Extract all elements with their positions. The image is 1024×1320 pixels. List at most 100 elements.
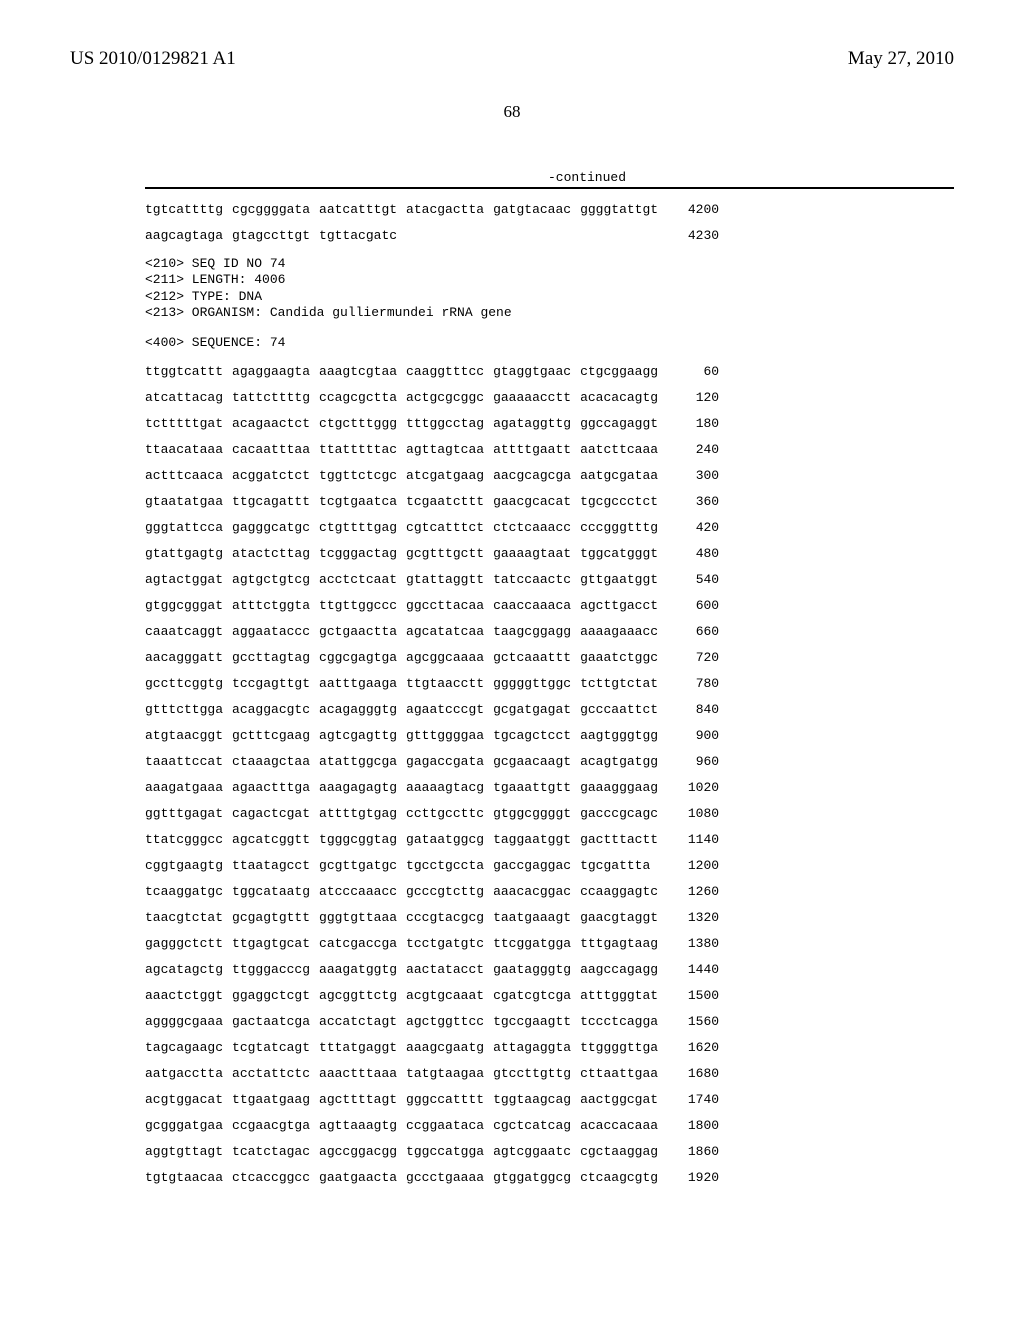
sequence-block: agcatagctg: [145, 963, 232, 976]
sequence-block: tggcatgggt: [580, 547, 667, 560]
sequence-block: ggggtattgt: [580, 203, 667, 216]
sequence-block: gtccttgttg: [493, 1067, 580, 1080]
sequence-block: agaggaagta: [232, 365, 319, 378]
sequence-position: 600: [667, 599, 719, 612]
sequence-block: catcgaccga: [319, 937, 406, 950]
page-number: 68: [70, 102, 954, 122]
sequence-position: 1620: [667, 1041, 719, 1054]
sequence-block: agcggttctg: [319, 989, 406, 1002]
sequence-block: tgcgccctct: [580, 495, 667, 508]
sequence-block: gaacgtaggt: [580, 911, 667, 924]
sequence-block: gctttcgaag: [232, 729, 319, 742]
sequence-row: aaactctggtggaggctcgtagcggttctgacgtgcaaat…: [145, 989, 719, 1002]
sequence-block: atcattacag: [145, 391, 232, 404]
sequence-block: gtaatatgaa: [145, 495, 232, 508]
sequence-block: tattcttttg: [232, 391, 319, 404]
sequence-block: tccgagttgt: [232, 677, 319, 690]
sequence-block: cccgggtttg: [580, 521, 667, 534]
sequence-position: 780: [667, 677, 719, 690]
sequence-position: 1920: [667, 1171, 719, 1184]
sequence-block: agtgctgtcg: [232, 573, 319, 586]
sequence-row: actttcaacaacggatctcttggttctcgcatcgatgaag…: [145, 469, 719, 482]
sequence-block: atttgggtat: [580, 989, 667, 1002]
sequence-block: caaggtttcc: [406, 365, 493, 378]
sequence-block: atgtaacggt: [145, 729, 232, 742]
sequence-block: gtattaggtt: [406, 573, 493, 586]
sequence-block: gagggctctt: [145, 937, 232, 950]
sequence-row: gggtattccagagggcatgcctgttttgagcgtcatttct…: [145, 521, 719, 534]
sequence-block: aatcatttgt: [319, 203, 406, 216]
sequence-label: <400> SEQUENCE: 74: [145, 335, 954, 351]
sequence-block: gactttactt: [580, 833, 667, 846]
continued-label: -continued: [220, 170, 954, 185]
sequence-position: 1140: [667, 833, 719, 846]
sequence-block: tcttgtctat: [580, 677, 667, 690]
sequence-block: acagaactct: [232, 417, 319, 430]
sequence-block: tcatctagac: [232, 1145, 319, 1158]
sequence-block: atttctggta: [232, 599, 319, 612]
sequence-position: 1380: [667, 937, 719, 950]
sequence-block: aactggcgat: [580, 1093, 667, 1106]
sequence-block: ggaggctcgt: [232, 989, 319, 1002]
sequence-block: aaactttaaa: [319, 1067, 406, 1080]
sequence-block: agttagtcaa: [406, 443, 493, 456]
sequence-row: atgtaacggtgctttcgaagagtcgagttggtttggggaa…: [145, 729, 719, 742]
sequence-block: tagcagaagc: [145, 1041, 232, 1054]
sequence-row: aggggcgaaagactaatcgaaccatctagtagctggttcc…: [145, 1015, 719, 1028]
sequence-position: 1440: [667, 963, 719, 976]
sequence-block: tttatgaggt: [319, 1041, 406, 1054]
sequence-table: ttggtcatttagaggaagtaaaagtcgtaacaaggtttcc…: [145, 365, 719, 1184]
sequence-block: aagccagagg: [580, 963, 667, 976]
sequence-block: gaaagggaag: [580, 781, 667, 794]
sequence-position: 480: [667, 547, 719, 560]
sequence-block: tatgtaagaa: [406, 1067, 493, 1080]
sequence-block: aagtgggtgg: [580, 729, 667, 742]
sequence-block: gcgtttgctt: [406, 547, 493, 560]
sequence-position: 240: [667, 443, 719, 456]
sequence-block: gtaggtgaac: [493, 365, 580, 378]
sequence-block: attagaggta: [493, 1041, 580, 1054]
sequence-row: taacgtctatgcgagtgtttgggtgttaaacccgtacgcg…: [145, 911, 719, 924]
sequence-row: taaattccatctaaagctaaatattggcgagagaccgata…: [145, 755, 719, 768]
sequence-block: agccggacgg: [319, 1145, 406, 1158]
sequence-block: ttgggacccg: [232, 963, 319, 976]
sequence-row: gtttcttggaacaggacgtcacagagggtgagaatcccgt…: [145, 703, 719, 716]
sequence-block: gtttggggaa: [406, 729, 493, 742]
sequence-block: caaatcaggt: [145, 625, 232, 638]
sequence-block: tgtgtaacaa: [145, 1171, 232, 1184]
sequence-block: aaaaagtacg: [406, 781, 493, 794]
sequence-block: tggccatgga: [406, 1145, 493, 1158]
sequence-block: aaagatgaaa: [145, 781, 232, 794]
sequence-row: tctttttgatacagaactctctgctttgggtttggcctag…: [145, 417, 719, 430]
sequence-block: gctgaactta: [319, 625, 406, 638]
sequence-block: ttggtcattt: [145, 365, 232, 378]
sequence-position: 1860: [667, 1145, 719, 1158]
sequence-position: 1800: [667, 1119, 719, 1132]
sequence-block: taagcggagg: [493, 625, 580, 638]
sequence-block: acacacagtg: [580, 391, 667, 404]
sequence-position: 1680: [667, 1067, 719, 1080]
sequence-position: 420: [667, 521, 719, 534]
sequence-block: taggaatggt: [493, 833, 580, 846]
sequence-row: gcgggatgaaccgaacgtgaagttaaagtgccggaataca…: [145, 1119, 719, 1132]
sequence-row: gtggcgggatatttctggtattgttggcccggccttacaa…: [145, 599, 719, 612]
sequence-block: ctgctttggg: [319, 417, 406, 430]
sequence-block: gtattgagtg: [145, 547, 232, 560]
sequence-block: ggtttgagat: [145, 807, 232, 820]
sequence-block: tcctgatgtc: [406, 937, 493, 950]
sequence-block: aactatacct: [406, 963, 493, 976]
sequence-position: 840: [667, 703, 719, 716]
sequence-block: ttaatagcct: [232, 859, 319, 872]
sequence-block: gtagccttgt: [232, 229, 319, 242]
sequence-block: gcgaacaagt: [493, 755, 580, 768]
sequence-row: gtaatatgaattgcagattttcgtgaatcatcgaatcttt…: [145, 495, 719, 508]
sequence-block: gaatagggtg: [493, 963, 580, 976]
sequence-block: tttgagtaag: [580, 937, 667, 950]
sequence-block: tgtcattttg: [145, 203, 232, 216]
sequence-block: agtcgagttg: [319, 729, 406, 742]
sequence-row: caaatcaggtaggaatacccgctgaacttaagcatatcaa…: [145, 625, 719, 638]
sequence-block: aacagggatt: [145, 651, 232, 664]
sequence-block: cccgtacgcg: [406, 911, 493, 924]
sequence-block: ttaacataaa: [145, 443, 232, 456]
sequence-block: gccctgaaaa: [406, 1171, 493, 1184]
